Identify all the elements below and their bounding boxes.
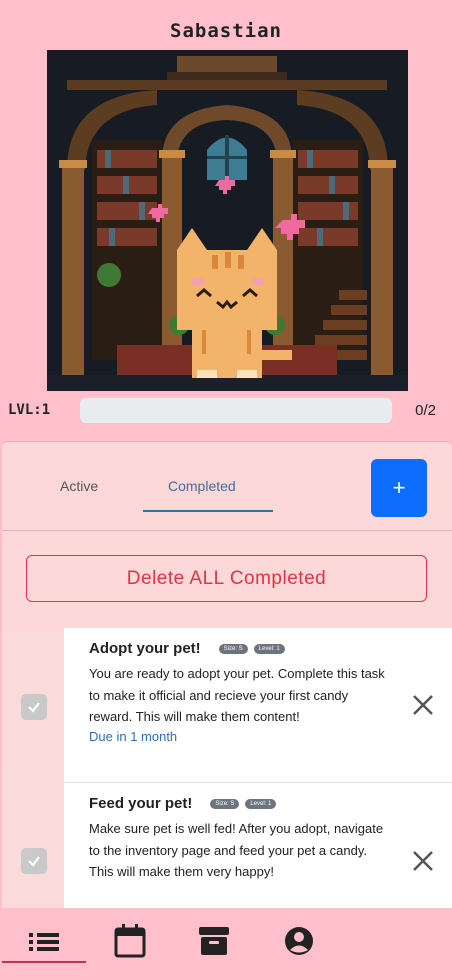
add-task-button[interactable]: + [371,459,427,517]
calendar-icon [114,924,146,958]
task-title: Adopt your pet! [89,640,201,657]
task-description: You are ready to adopt your pet. Complet… [89,666,385,724]
tasks-panel: Active Completed + Delete ALL Completed … [2,441,452,912]
task-checkbox[interactable] [21,694,47,720]
pet-name: Sabastian [170,20,282,42]
nav-active-indicator [2,961,86,963]
pet-image [47,50,408,391]
tab-completed[interactable]: Completed [168,478,236,494]
task-checkbox[interactable] [21,848,47,874]
level-badge: Level: 1 [253,643,285,654]
delete-all-completed-button[interactable]: Delete ALL Completed [26,555,427,602]
close-icon [413,851,433,871]
close-icon [413,695,433,715]
account-icon [285,927,313,955]
bottom-nav [0,908,452,980]
delete-task-button[interactable] [410,692,436,718]
task-content: Adopt your pet! Size: S Level: 1 You are… [89,640,389,744]
level-badge: Level: 1 [245,798,277,809]
list-icon [29,933,59,951]
task-item: Adopt your pet! Size: S Level: 1 You are… [2,627,452,782]
nav-account[interactable] [271,916,327,966]
task-due-date: Due in 1 month [89,728,178,744]
level-label: LVL:1 [8,402,51,418]
size-badge: Size: S [218,643,248,654]
delete-task-button[interactable] [410,848,436,874]
tab-active-indicator [143,510,273,512]
nav-archive[interactable] [186,916,242,966]
task-check-column [2,628,64,782]
check-icon [28,856,40,867]
archive-icon [199,927,229,955]
nav-tasks[interactable] [16,916,72,966]
xp-progress-bar [80,398,392,423]
task-title: Feed your pet! [89,795,193,812]
size-badge: Size: S [210,798,240,809]
task-description: Make sure pet is well fed! After you ado… [89,821,384,879]
task-item: Feed your pet! Size: S Level: 1 Make sur… [2,782,452,912]
check-icon [28,702,40,713]
pet-scene-art [47,50,408,391]
level-row: LVL:1 0/2 [0,398,452,424]
nav-calendar[interactable] [102,916,158,966]
task-check-column [2,783,64,912]
tab-active[interactable]: Active [60,478,98,494]
task-content: Feed your pet! Size: S Level: 1 Make sur… [89,795,389,883]
xp-count: 0/2 [415,402,436,419]
task-tabs: Active Completed + [2,442,452,531]
